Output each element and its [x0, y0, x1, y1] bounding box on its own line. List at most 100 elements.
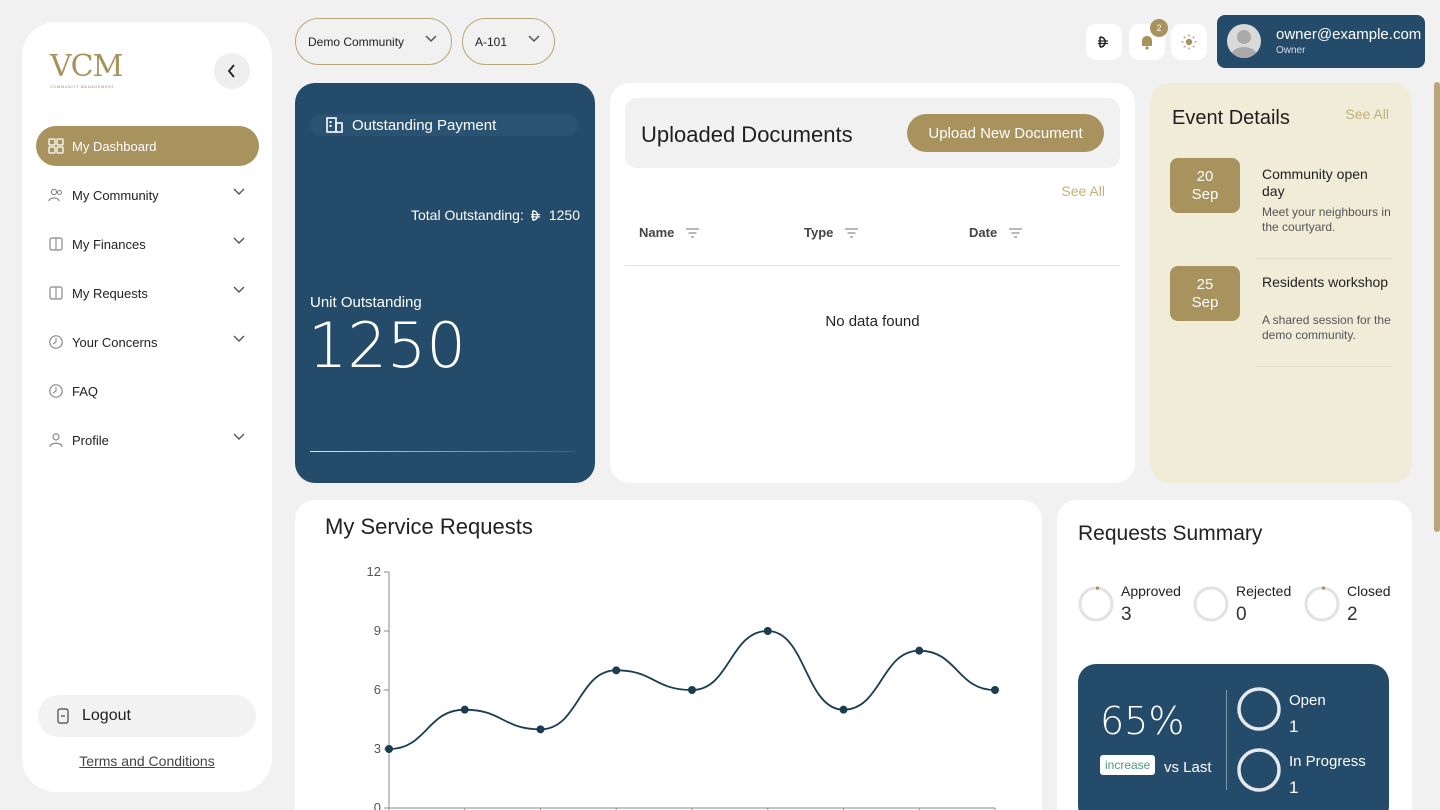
- stat-value: 0: [1236, 604, 1247, 625]
- requests-summary-title: Requests Summary: [1078, 522, 1263, 545]
- data-point: [839, 705, 848, 714]
- documents-header: Uploaded Documents Upload New Document: [625, 98, 1120, 168]
- column-date[interactable]: Date: [969, 225, 1023, 240]
- clock-icon: [48, 334, 64, 350]
- sidebar-item-label: My Finances: [72, 236, 146, 252]
- logo-text: VCM: [50, 49, 123, 84]
- divider: [310, 451, 575, 452]
- sidebar-item-label: My Requests: [72, 285, 148, 301]
- column-type[interactable]: Type: [804, 225, 859, 240]
- documents-table-header: Name Type Date: [625, 223, 1120, 266]
- terms-link[interactable]: Terms and Conditions: [22, 753, 272, 769]
- sidebar-item-label: FAQ: [72, 383, 99, 399]
- event-month: Sep: [1191, 294, 1219, 311]
- logout-label: Logout: [82, 707, 131, 724]
- sidebar-item-label: Your Concerns: [72, 334, 158, 350]
- data-point: [763, 627, 772, 635]
- event-details-card: Event Details See All 20 Sep Community o…: [1150, 83, 1412, 483]
- data-point: [688, 686, 696, 694]
- data-point: [915, 646, 924, 655]
- documents-see-all-link[interactable]: See All: [1061, 183, 1105, 199]
- event-title: Residents workshop: [1262, 274, 1389, 290]
- data-point: [991, 686, 999, 694]
- notifications-button[interactable]: 2: [1129, 19, 1168, 60]
- progress-ring: [1304, 586, 1340, 622]
- progress-ring: [1078, 586, 1114, 622]
- sidebar-item-my-finances[interactable]: My Finances: [36, 224, 259, 264]
- column-label: Date: [969, 225, 998, 240]
- event-title: Community open day: [1262, 166, 1368, 199]
- outstanding-payment-header: Outstanding Payment: [310, 114, 578, 136]
- user-email: owner@example.com: [1276, 26, 1422, 43]
- data-point: [536, 725, 545, 734]
- event-day: 20: [1196, 168, 1214, 185]
- sun-icon: [1181, 34, 1197, 50]
- stat-value: 1: [1289, 778, 1299, 797]
- dirham-icon: [1098, 36, 1108, 48]
- progress-ring: [1237, 748, 1281, 792]
- chevron-down-icon: [233, 286, 245, 293]
- currency-button[interactable]: [1086, 24, 1122, 60]
- filter-icon[interactable]: [686, 227, 700, 238]
- empty-state-text: No data found: [825, 313, 920, 330]
- events-title: Event Details: [1172, 107, 1290, 129]
- total-outstanding-label: Total Outstanding:: [410, 207, 524, 223]
- filter-icon[interactable]: [845, 227, 859, 238]
- people-icon: [48, 187, 64, 203]
- outstanding-payment-title: Outstanding Payment: [352, 116, 497, 134]
- building-icon: [326, 117, 344, 133]
- stat-label: Open: [1289, 692, 1326, 709]
- y-tick-label: 9: [374, 623, 381, 638]
- event-description: Meet your neighbours in the courtyard.: [1262, 205, 1391, 234]
- avatar: [1227, 24, 1261, 58]
- total-outstanding: Total Outstanding: 1250: [411, 207, 580, 223]
- chevron-down-icon: [528, 35, 540, 43]
- divider: [1256, 366, 1392, 367]
- data-point: [612, 666, 621, 675]
- sidebar-item-my-requests[interactable]: My Requests: [36, 273, 259, 313]
- service-requests-line-chart: 0 3 6 9 12: [367, 564, 999, 810]
- upload-document-button[interactable]: Upload New Document: [907, 114, 1104, 152]
- outstanding-payment-card: Outstanding Payment Total Outstanding: 1…: [295, 83, 595, 483]
- stat-value: 1: [1289, 717, 1299, 736]
- wallet-icon: [48, 236, 64, 252]
- logout-button[interactable]: Logout: [38, 695, 256, 737]
- sidebar-item-faq[interactable]: FAQ: [36, 371, 259, 411]
- progress-summary-panel: 65% increase vs Last Open 1 In Progress …: [1078, 664, 1389, 810]
- y-tick-label: 6: [374, 682, 381, 697]
- sidebar-item-label: Profile: [72, 432, 109, 448]
- vcm-logo[interactable]: VCM COMMUNITY MANAGEMENT: [50, 50, 140, 112]
- community-select-value: Demo Community: [308, 34, 405, 49]
- unit-select[interactable]: A-101: [462, 18, 555, 65]
- filter-icon[interactable]: [1009, 227, 1023, 238]
- logout-icon: [56, 708, 70, 724]
- stat-label: In Progress: [1289, 753, 1366, 770]
- percent-value: 65%: [1100, 699, 1185, 743]
- sidebar-item-your-concerns[interactable]: Your Concerns: [36, 322, 259, 362]
- uploaded-documents-card: Uploaded Documents Upload New Document S…: [610, 83, 1135, 483]
- sidebar-item-my-dashboard[interactable]: My Dashboard: [36, 126, 259, 166]
- collapse-sidebar-button[interactable]: [214, 53, 250, 89]
- user-menu[interactable]: owner@example.com Owner: [1217, 15, 1425, 68]
- documents-title: Uploaded Documents: [641, 122, 853, 147]
- event-date-badge: 25 Sep: [1170, 266, 1240, 321]
- stat-value: 2: [1347, 604, 1358, 625]
- sidebar-item-my-community[interactable]: My Community: [36, 175, 259, 215]
- sidebar-item-profile[interactable]: Profile: [36, 420, 259, 460]
- divider: [1226, 690, 1227, 790]
- theme-toggle-button[interactable]: [1171, 24, 1207, 60]
- event-date-badge: 20 Sep: [1170, 158, 1240, 213]
- column-name[interactable]: Name: [639, 225, 700, 240]
- community-select[interactable]: Demo Community: [295, 18, 452, 65]
- unit-outstanding-value: 1250: [308, 309, 466, 382]
- page-scrollbar[interactable]: [1434, 82, 1440, 532]
- chevron-down-icon: [233, 335, 245, 342]
- divider: [1256, 258, 1392, 259]
- vs-last-label: vs Last: [1164, 759, 1212, 776]
- wallet-icon: [48, 285, 64, 301]
- events-see-all-link[interactable]: See All: [1345, 106, 1389, 122]
- service-requests-card: My Service Requests 0 3 6 9 12: [295, 500, 1042, 810]
- event-day: 25: [1196, 276, 1214, 293]
- stat-label: Approved: [1121, 583, 1181, 599]
- stat-value: 3: [1121, 604, 1132, 625]
